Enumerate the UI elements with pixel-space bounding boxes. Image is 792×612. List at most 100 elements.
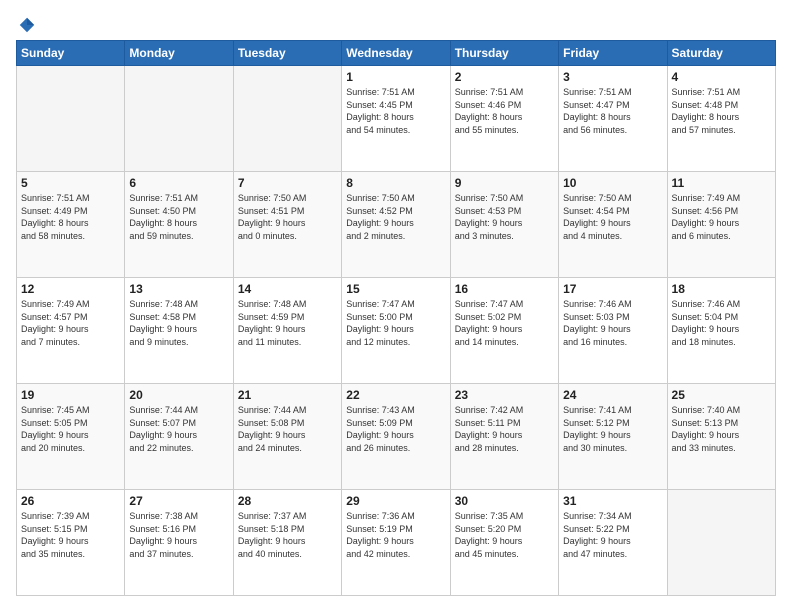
- calendar: SundayMondayTuesdayWednesdayThursdayFrid…: [16, 40, 776, 596]
- day-cell: 4 Sunrise: 7:51 AM Sunset: 4:48 PM Daylig…: [667, 66, 775, 172]
- week-row-1: 1 Sunrise: 7:51 AM Sunset: 4:45 PM Daylig…: [17, 66, 776, 172]
- day-cell: 28 Sunrise: 7:37 AM Sunset: 5:18 PM Dayli…: [233, 490, 341, 596]
- day-info: Sunrise: 7:47 AM Sunset: 5:00 PM Dayligh…: [346, 298, 445, 348]
- day-info: Sunrise: 7:50 AM Sunset: 4:51 PM Dayligh…: [238, 192, 337, 242]
- day-info: Sunrise: 7:41 AM Sunset: 5:12 PM Dayligh…: [563, 404, 662, 454]
- weekday-saturday: Saturday: [667, 41, 775, 66]
- day-number: 31: [563, 494, 662, 508]
- logo: [16, 16, 36, 30]
- week-row-4: 19 Sunrise: 7:45 AM Sunset: 5:05 PM Dayli…: [17, 384, 776, 490]
- day-info: Sunrise: 7:51 AM Sunset: 4:49 PM Dayligh…: [21, 192, 120, 242]
- weekday-friday: Friday: [559, 41, 667, 66]
- day-info: Sunrise: 7:48 AM Sunset: 4:59 PM Dayligh…: [238, 298, 337, 348]
- day-number: 24: [563, 388, 662, 402]
- weekday-monday: Monday: [125, 41, 233, 66]
- day-cell: [125, 66, 233, 172]
- day-cell: 13 Sunrise: 7:48 AM Sunset: 4:58 PM Dayli…: [125, 278, 233, 384]
- day-number: 19: [21, 388, 120, 402]
- day-cell: 12 Sunrise: 7:49 AM Sunset: 4:57 PM Dayli…: [17, 278, 125, 384]
- day-cell: 30 Sunrise: 7:35 AM Sunset: 5:20 PM Dayli…: [450, 490, 558, 596]
- day-cell: [233, 66, 341, 172]
- day-number: 5: [21, 176, 120, 190]
- day-number: 21: [238, 388, 337, 402]
- day-cell: 1 Sunrise: 7:51 AM Sunset: 4:45 PM Daylig…: [342, 66, 450, 172]
- day-cell: 14 Sunrise: 7:48 AM Sunset: 4:59 PM Dayli…: [233, 278, 341, 384]
- day-number: 29: [346, 494, 445, 508]
- day-cell: 8 Sunrise: 7:50 AM Sunset: 4:52 PM Daylig…: [342, 172, 450, 278]
- day-cell: 5 Sunrise: 7:51 AM Sunset: 4:49 PM Daylig…: [17, 172, 125, 278]
- day-cell: 6Sunrise: 7:51 AM Sunset: 4:50 PM Daylig…: [125, 172, 233, 278]
- day-info: Sunrise: 7:37 AM Sunset: 5:18 PM Dayligh…: [238, 510, 337, 560]
- logo-text: [16, 16, 36, 34]
- header: [16, 16, 776, 30]
- day-cell: 24 Sunrise: 7:41 AM Sunset: 5:12 PM Dayli…: [559, 384, 667, 490]
- day-cell: 17 Sunrise: 7:46 AM Sunset: 5:03 PM Dayli…: [559, 278, 667, 384]
- day-cell: 21 Sunrise: 7:44 AM Sunset: 5:08 PM Dayli…: [233, 384, 341, 490]
- page: SundayMondayTuesdayWednesdayThursdayFrid…: [0, 0, 792, 612]
- day-info: Sunrise: 7:42 AM Sunset: 5:11 PM Dayligh…: [455, 404, 554, 454]
- day-info: Sunrise: 7:44 AM Sunset: 5:07 PM Dayligh…: [129, 404, 228, 454]
- day-cell: 15 Sunrise: 7:47 AM Sunset: 5:00 PM Dayli…: [342, 278, 450, 384]
- day-info: Sunrise: 7:49 AM Sunset: 4:56 PM Dayligh…: [672, 192, 771, 242]
- day-number: 6: [129, 176, 228, 190]
- day-info: Sunrise: 7:43 AM Sunset: 5:09 PM Dayligh…: [346, 404, 445, 454]
- day-cell: 20 Sunrise: 7:44 AM Sunset: 5:07 PM Dayli…: [125, 384, 233, 490]
- day-number: 15: [346, 282, 445, 296]
- day-info: Sunrise: 7:40 AM Sunset: 5:13 PM Dayligh…: [672, 404, 771, 454]
- day-info: Sunrise: 7:46 AM Sunset: 5:04 PM Dayligh…: [672, 298, 771, 348]
- day-number: 27: [129, 494, 228, 508]
- day-info: Sunrise: 7:45 AM Sunset: 5:05 PM Dayligh…: [21, 404, 120, 454]
- day-info: Sunrise: 7:35 AM Sunset: 5:20 PM Dayligh…: [455, 510, 554, 560]
- day-cell: 25 Sunrise: 7:40 AM Sunset: 5:13 PM Dayli…: [667, 384, 775, 490]
- day-cell: 31 Sunrise: 7:34 AM Sunset: 5:22 PM Dayli…: [559, 490, 667, 596]
- day-number: 18: [672, 282, 771, 296]
- day-number: 17: [563, 282, 662, 296]
- day-number: 12: [21, 282, 120, 296]
- day-cell: 3Sunrise: 7:51 AM Sunset: 4:47 PM Daylig…: [559, 66, 667, 172]
- day-number: 22: [346, 388, 445, 402]
- day-info: Sunrise: 7:44 AM Sunset: 5:08 PM Dayligh…: [238, 404, 337, 454]
- day-info: Sunrise: 7:51 AM Sunset: 4:48 PM Dayligh…: [672, 86, 771, 136]
- day-number: 30: [455, 494, 554, 508]
- weekday-header-row: SundayMondayTuesdayWednesdayThursdayFrid…: [17, 41, 776, 66]
- day-info: Sunrise: 7:50 AM Sunset: 4:53 PM Dayligh…: [455, 192, 554, 242]
- weekday-thursday: Thursday: [450, 41, 558, 66]
- week-row-2: 5 Sunrise: 7:51 AM Sunset: 4:49 PM Daylig…: [17, 172, 776, 278]
- day-number: 11: [672, 176, 771, 190]
- day-info: Sunrise: 7:49 AM Sunset: 4:57 PM Dayligh…: [21, 298, 120, 348]
- day-cell: 7 Sunrise: 7:50 AM Sunset: 4:51 PM Daylig…: [233, 172, 341, 278]
- day-number: 4: [672, 70, 771, 84]
- day-info: Sunrise: 7:39 AM Sunset: 5:15 PM Dayligh…: [21, 510, 120, 560]
- day-info: Sunrise: 7:38 AM Sunset: 5:16 PM Dayligh…: [129, 510, 228, 560]
- logo-icon: [18, 16, 36, 34]
- weekday-tuesday: Tuesday: [233, 41, 341, 66]
- day-number: 8: [346, 176, 445, 190]
- week-row-5: 26Sunrise: 7:39 AM Sunset: 5:15 PM Dayli…: [17, 490, 776, 596]
- day-cell: [17, 66, 125, 172]
- day-cell: 27 Sunrise: 7:38 AM Sunset: 5:16 PM Dayli…: [125, 490, 233, 596]
- day-cell: 29Sunrise: 7:36 AM Sunset: 5:19 PM Dayli…: [342, 490, 450, 596]
- day-cell: 19 Sunrise: 7:45 AM Sunset: 5:05 PM Dayli…: [17, 384, 125, 490]
- day-number: 1: [346, 70, 445, 84]
- day-info: Sunrise: 7:50 AM Sunset: 4:52 PM Dayligh…: [346, 192, 445, 242]
- day-number: 7: [238, 176, 337, 190]
- day-info: Sunrise: 7:47 AM Sunset: 5:02 PM Dayligh…: [455, 298, 554, 348]
- day-number: 13: [129, 282, 228, 296]
- day-number: 28: [238, 494, 337, 508]
- day-info: Sunrise: 7:51 AM Sunset: 4:45 PM Dayligh…: [346, 86, 445, 136]
- day-info: Sunrise: 7:34 AM Sunset: 5:22 PM Dayligh…: [563, 510, 662, 560]
- day-cell: 18 Sunrise: 7:46 AM Sunset: 5:04 PM Dayli…: [667, 278, 775, 384]
- day-info: Sunrise: 7:48 AM Sunset: 4:58 PM Dayligh…: [129, 298, 228, 348]
- day-cell: 26Sunrise: 7:39 AM Sunset: 5:15 PM Dayli…: [17, 490, 125, 596]
- weekday-sunday: Sunday: [17, 41, 125, 66]
- day-number: 2: [455, 70, 554, 84]
- day-info: Sunrise: 7:51 AM Sunset: 4:47 PM Dayligh…: [563, 86, 662, 136]
- day-info: Sunrise: 7:46 AM Sunset: 5:03 PM Dayligh…: [563, 298, 662, 348]
- day-number: 25: [672, 388, 771, 402]
- day-cell: 16Sunrise: 7:47 AM Sunset: 5:02 PM Dayli…: [450, 278, 558, 384]
- day-info: Sunrise: 7:51 AM Sunset: 4:46 PM Dayligh…: [455, 86, 554, 136]
- day-info: Sunrise: 7:50 AM Sunset: 4:54 PM Dayligh…: [563, 192, 662, 242]
- day-number: 14: [238, 282, 337, 296]
- day-number: 20: [129, 388, 228, 402]
- day-cell: 22 Sunrise: 7:43 AM Sunset: 5:09 PM Dayli…: [342, 384, 450, 490]
